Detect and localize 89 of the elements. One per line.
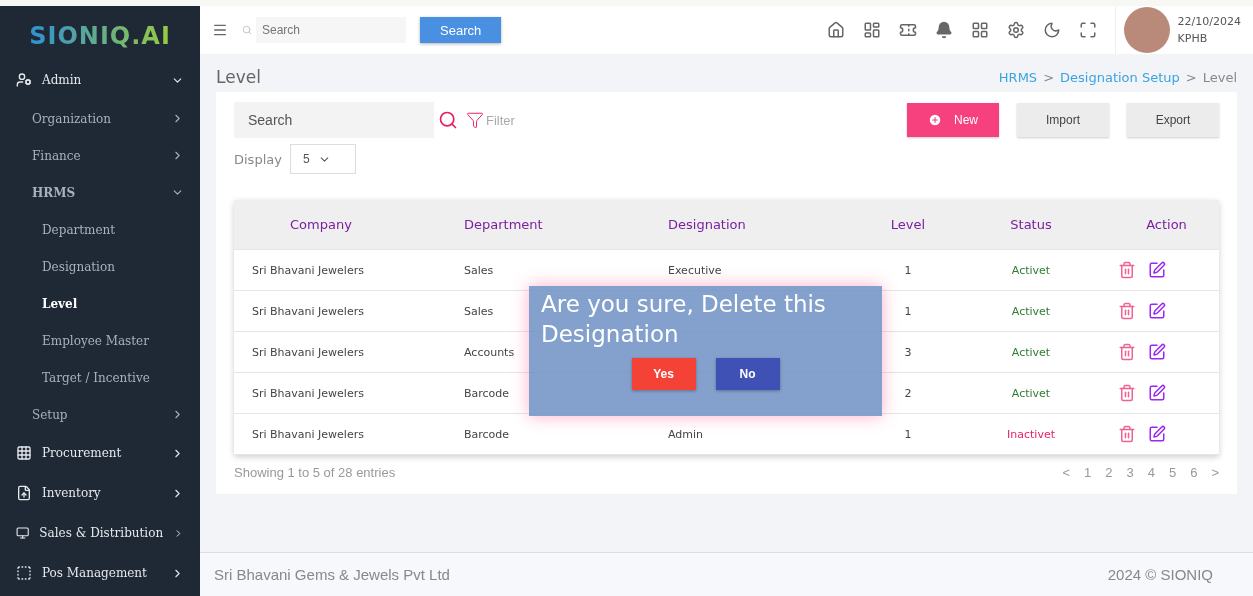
- edit-icon[interactable]: [1148, 261, 1166, 279]
- monitor-icon: [16, 525, 30, 541]
- table-cell: 3: [904, 345, 912, 359]
- settings-icon[interactable]: [1006, 21, 1025, 39]
- status-text: Activet: [1011, 386, 1051, 400]
- branch-text: KPHB: [1177, 32, 1209, 45]
- column-header: Action: [1145, 217, 1188, 232]
- table-cell: Accounts: [464, 345, 515, 359]
- edit-icon[interactable]: [1148, 425, 1166, 443]
- table-cell: Sri Bhavani Jewelers: [252, 304, 364, 318]
- table-cell: Sales: [464, 263, 494, 277]
- yes-button[interactable]: Yes: [631, 357, 696, 390]
- table-cell: 2: [904, 386, 912, 400]
- date-text: 22/10/2024: [1177, 15, 1241, 28]
- dialog-message: Are you sure, Delete this Designation: [541, 290, 827, 349]
- toolbar-button[interactable]: Export: [1127, 103, 1219, 137]
- table-cell: Sales: [464, 304, 494, 318]
- breadcrumb-current: Level: [1202, 69, 1237, 85]
- table-cell: Sri Bhavani Jewelers: [252, 427, 364, 441]
- ticket-icon[interactable]: [898, 21, 917, 39]
- sidebar-item[interactable]: Target / Incentive: [0, 359, 200, 396]
- table-cell: Sri Bhavani Jewelers: [252, 386, 364, 400]
- entries-text: Showing 1 to 5 of 28 entries: [234, 465, 396, 480]
- display-label: Display: [234, 151, 282, 167]
- table-cell: Sri Bhavani Jewelers: [252, 345, 364, 359]
- column-header: Department: [464, 217, 544, 232]
- footer-copyright: 2024 © SIONIQ: [1107, 566, 1213, 583]
- table-cell: 1: [904, 263, 912, 277]
- sidebar-item[interactable]: Admin: [0, 60, 200, 100]
- grid-icon: [16, 445, 32, 461]
- search-icon[interactable]: [438, 110, 458, 130]
- grid-icon[interactable]: [970, 21, 989, 39]
- no-button[interactable]: No: [715, 357, 780, 390]
- status-text: Activet: [1011, 304, 1051, 318]
- table-cell: 1: [904, 304, 912, 318]
- footer-company: Sri Bhavani Gems & Jewels Pvt Ltd: [214, 566, 450, 583]
- delete-icon[interactable]: [1118, 425, 1136, 443]
- delete-icon[interactable]: [1118, 343, 1136, 361]
- sidebar-item[interactable]: Procurement: [0, 433, 200, 473]
- status-text: Inactivet: [1007, 427, 1055, 441]
- fullscreen-icon[interactable]: [1078, 21, 1097, 39]
- table-cell: Sri Bhavani Jewelers: [252, 263, 364, 277]
- dashboard-icon[interactable]: [862, 21, 881, 39]
- file-upload-icon: [16, 485, 32, 501]
- status-text: Activet: [1011, 263, 1051, 277]
- toolbar-button[interactable]: Import: [1017, 103, 1109, 137]
- delete-icon[interactable]: [1118, 261, 1136, 279]
- bell-icon[interactable]: [934, 21, 953, 39]
- sidebar-item[interactable]: Sales & Distribution: [0, 513, 200, 553]
- search-icon: [242, 25, 252, 35]
- sidebar-item[interactable]: Inventory: [0, 473, 200, 513]
- table-cell: Admin: [668, 427, 704, 441]
- edit-icon[interactable]: [1148, 384, 1166, 402]
- edit-icon[interactable]: [1148, 343, 1166, 361]
- sidebar-item[interactable]: Pos Management: [0, 553, 200, 593]
- delete-icon[interactable]: [1118, 384, 1136, 402]
- breadcrumb-separator: >: [1043, 69, 1055, 85]
- status-text: Activet: [1011, 345, 1051, 359]
- sidebar-item[interactable]: Setup: [0, 396, 200, 433]
- avatar[interactable]: [1123, 7, 1170, 53]
- column-header: Designation: [668, 217, 747, 232]
- table-cell: Executive: [668, 263, 722, 277]
- sidebar-item[interactable]: Level: [0, 285, 200, 322]
- column-header: Company: [289, 217, 353, 232]
- moon-icon[interactable]: [1042, 21, 1061, 39]
- sidebar-item[interactable]: HRMS: [0, 174, 200, 211]
- search-field[interactable]: Search: [256, 17, 406, 43]
- table-cell: Barcode: [464, 427, 510, 441]
- delete-icon[interactable]: [1118, 302, 1136, 320]
- square-frame-icon: [16, 565, 32, 581]
- breadcrumb-separator: >: [1185, 69, 1197, 85]
- page-title: Level: [216, 67, 261, 87]
- sidebar-item[interactable]: Finance: [0, 137, 200, 174]
- search-field[interactable]: Search: [234, 102, 434, 138]
- sidebar-item[interactable]: Department: [0, 211, 200, 248]
- column-header: Level: [889, 217, 927, 232]
- table-cell: 1: [904, 427, 912, 441]
- sidebar-item[interactable]: Designation: [0, 248, 200, 285]
- user-gear-icon: [16, 72, 32, 88]
- sidebar-item[interactable]: Organization: [0, 100, 200, 137]
- home-icon[interactable]: [826, 21, 845, 39]
- menu-icon[interactable]: [212, 22, 228, 38]
- display-select[interactable]: 5: [289, 144, 356, 174]
- column-header: Status: [1009, 217, 1053, 232]
- sidebar-item[interactable]: Employee Master: [0, 322, 200, 359]
- table-cell: Barcode: [464, 386, 510, 400]
- edit-icon[interactable]: [1148, 302, 1166, 320]
- plus-icon: [928, 113, 942, 127]
- funnel-icon: [466, 111, 484, 129]
